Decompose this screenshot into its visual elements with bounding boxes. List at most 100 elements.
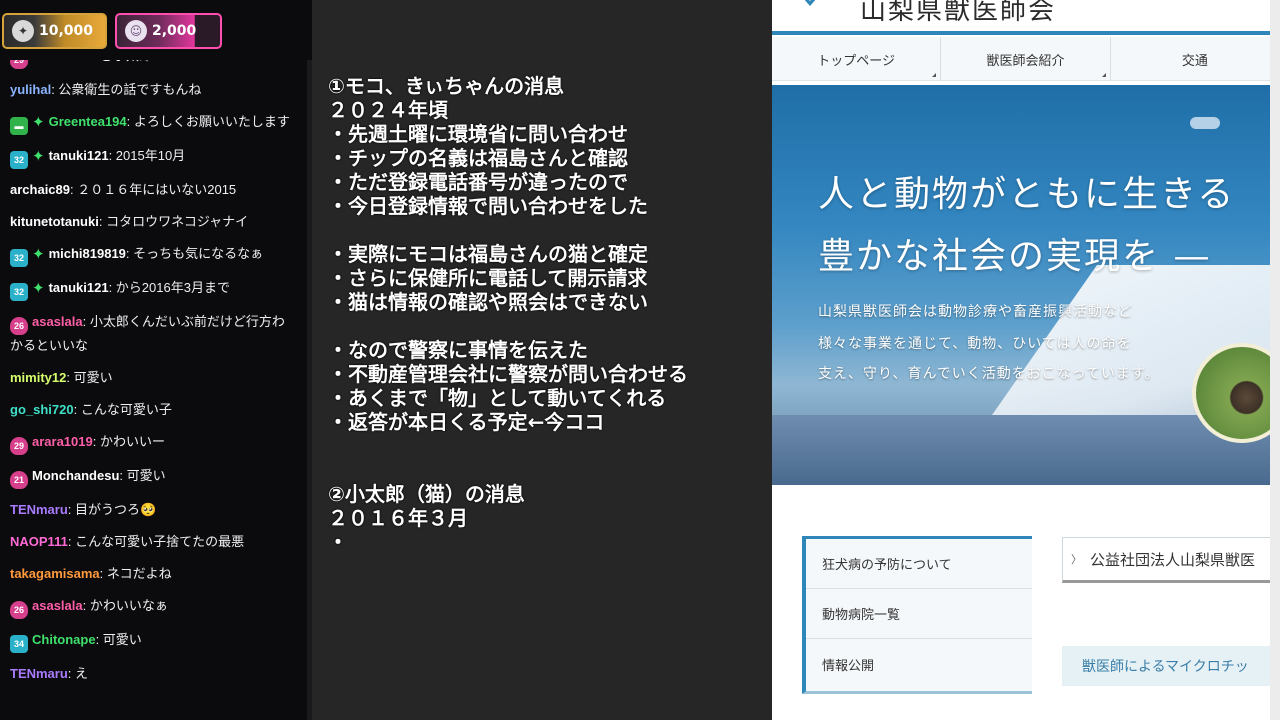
avatar-coin-icon: ☺ [125,20,147,42]
subscriber-badge-icon[interactable]: 26 [10,317,28,335]
chat-message: NAOP111: こんな可愛い子捨てたの最悪 [0,526,306,558]
chat-message-text: よろしくお願いいたします [133,114,290,129]
gift-badge-icon[interactable]: ▬ [10,117,28,135]
chat-message-list[interactable]: 29arara1019: ざ小太郎yulihal: 公衆衛生の話ですもんね▬✦G… [0,40,306,690]
chat-message: 34 Chitonape: 可愛い [0,624,306,658]
coin-icon: ✦ [12,20,34,42]
chat-separator: : [92,434,100,449]
notice-text: 公益社団法人山梨県獣医 [1090,550,1256,569]
chat-username[interactable]: arara1019 [32,434,93,449]
subscriber-badge-icon[interactable]: 32 [10,283,28,301]
chat-message-text: 可愛い [102,632,142,647]
nav-access[interactable]: 交通 [1111,37,1280,81]
chat-message-text: 可愛い [126,468,166,483]
site-title[interactable]: 山梨県獣医師会 [860,0,1056,27]
sparkle-badge-icon[interactable]: ✦ [32,244,45,266]
chat-message: 26 asaslala: 小太郎くんだいぶ前だけど行方わかるといいな [0,306,306,362]
chat-username[interactable]: TENmaru [10,666,68,681]
subscriber-badge-icon[interactable]: 26 [10,601,28,619]
site-sidebar: 狂犬病の予防について 動物病院一覧 情報公開 [802,536,1032,694]
chat-username[interactable]: takagamisama [10,566,100,581]
browser-webpage: 山梨県獣医師会 トップページ 獣医師会紹介 交通 人と動物がともに生きる 豊かな… [772,0,1280,720]
chat-username[interactable]: michi819819 [49,246,126,261]
chat-panel: ✦ 10,000 ☺ 2,000 29arara1019: ざ小太郎yuliha… [0,0,312,720]
chat-username[interactable]: asaslala [32,598,83,613]
nav-top-page[interactable]: トップページ [772,37,942,81]
chat-message-text: こんな可愛い子捨てたの最悪 [75,534,245,549]
chat-message-text: から2016年3月まで [115,280,230,295]
chat-message: 32 ✦ tanuki121: 2015年10月 [0,140,306,174]
chat-message-text: 可愛い [73,370,113,385]
chat-message: TENmaru: え [0,658,306,690]
chat-separator: : [67,502,76,517]
sidebar-item-hospitals[interactable]: 動物病院一覧 [806,589,1032,639]
notes-panel[interactable]: ①モコ、きぃちゃんの消息 ２０２４年頃 ・先週土曜に環境省に問い合わせ ・チップ… [312,0,812,720]
subscriber-badge-icon[interactable]: 32 [10,151,28,169]
chat-username[interactable]: NAOP111 [10,534,68,549]
chat-message: 21 Monchandesu: 可愛い [0,460,306,494]
chat-message-text: 2015年10月 [115,148,186,163]
subscriber-badge-icon[interactable]: 21 [10,471,28,489]
chat-separator: : [67,666,76,681]
chat-separator: : [82,314,90,329]
hero-description-2: 様々な事業を通じて、動物、ひいては人の命を [818,336,1132,352]
chat-username[interactable]: TENmaru [10,502,68,517]
chat-username[interactable]: Chitonape [32,632,96,647]
sparkle-badge-icon[interactable]: ✦ [32,278,45,300]
chat-message: kitunetotanuki: コタロウワネコジャナイ [0,206,306,238]
subscriber-badge-icon[interactable]: 29 [10,437,28,455]
chat-message-text: ２０１６年にはいない2015 [77,182,237,197]
subscriber-badge-icon[interactable]: 34 [10,635,28,653]
chat-message-text: かわいいー [99,434,165,449]
chat-message: ▬ ✦ Greentea194: よろしくお願いいたします [0,106,306,140]
sparkle-badge-icon[interactable]: ✦ [32,146,45,168]
chat-message-text: ネコだよね [106,566,172,581]
points-pink-button[interactable]: ☺ 2,000 [115,13,222,49]
association-logo-icon [804,0,816,6]
nav-association[interactable]: 獣医師会紹介 [941,37,1111,81]
hero-tagline-1: 人と動物がともに生きる [818,174,1236,215]
chat-separator: : [99,566,107,581]
sidebar-item-disclosure[interactable]: 情報公開 [806,639,1032,689]
chat-message-text: え [75,666,89,681]
chat-username[interactable]: Greentea194 [49,114,127,129]
chat-username[interactable]: Monchandesu [32,468,119,483]
chat-username[interactable]: tanuki121 [49,148,109,163]
site-header: 山梨県獣医師会 [772,0,1280,30]
header-divider [772,31,1280,35]
chat-separator: : [73,402,81,417]
chat-separator: : [67,534,76,549]
chat-username[interactable]: mimity12 [10,370,66,385]
chat-message-text: コタロウワネコジャナイ [106,214,249,229]
points-gold-value: 10,000 [39,23,94,39]
notes-text[interactable]: ①モコ、きぃちゃんの消息 ２０２４年頃 ・先週土曜に環境省に問い合わせ ・チップ… [328,74,768,554]
chat-separator: : [126,114,134,129]
chat-message: 26 asaslala: かわいいなぁ [0,590,306,624]
microchip-banner[interactable]: 獣医師によるマイクロチッ [1062,646,1280,686]
points-gold-button[interactable]: ✦ 10,000 [2,13,107,49]
chat-message: 32 ✦ michi819819: そっちも気になるなぁ [0,238,306,272]
chat-separator: : [95,632,103,647]
chat-message-text: かわいいなぁ [89,598,168,613]
chat-separator: : [98,214,107,229]
chat-message: TENmaru: 目がうつろ🥺 [0,494,306,526]
sidebar-item-rabies[interactable]: 狂犬病の予防について [806,539,1032,589]
chat-username[interactable]: yulihal [10,82,51,97]
points-pink-value: 2,000 [152,23,197,39]
sparkle-badge-icon[interactable]: ✦ [32,112,45,134]
chat-username[interactable]: asaslala [32,314,83,329]
subscriber-badge-icon[interactable]: 32 [10,249,28,267]
chat-message: 32 ✦ tanuki121: から2016年3月まで [0,272,306,306]
channel-points-bar: ✦ 10,000 ☺ 2,000 [0,0,312,60]
hero-banner: 人と動物がともに生きる 豊かな社会の実現を — 山梨県獣医師会は動物診療や畜産振… [772,85,1280,485]
chat-username[interactable]: tanuki121 [49,280,109,295]
chat-username[interactable]: kitunetotanuki [10,214,99,229]
chat-username[interactable]: go_shi720 [10,402,74,417]
chat-separator: : [66,370,74,385]
page-scrollbar[interactable] [1270,0,1280,720]
notice-link[interactable]: 〉 公益社団法人山梨県獣医 [1062,537,1280,583]
chat-separator: : [108,148,116,163]
chat-message-text: そっちも気になるなぁ [133,246,264,261]
chevron-right-icon: 〉 [1071,553,1082,566]
chat-username[interactable]: archaic89 [10,182,70,197]
